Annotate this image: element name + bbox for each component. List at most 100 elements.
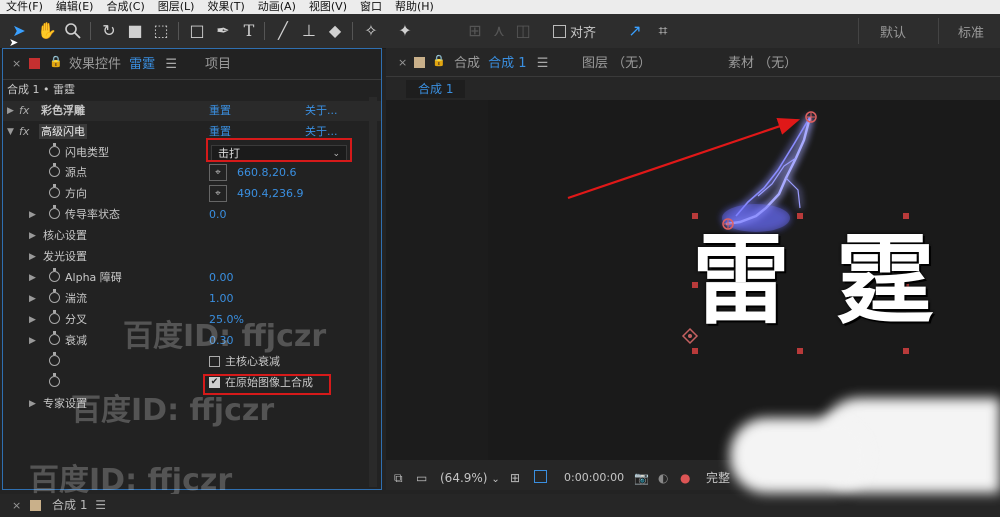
stopwatch-icon[interactable] bbox=[49, 373, 60, 387]
close-tab-icon[interactable]: × bbox=[12, 57, 21, 70]
brush-tool-icon[interactable]: ╱ bbox=[272, 20, 294, 42]
crosshair-icon[interactable]: ⌖ bbox=[209, 164, 227, 181]
stopwatch-icon[interactable] bbox=[49, 143, 60, 157]
effect-name: 彩色浮雕 bbox=[41, 104, 85, 117]
workspace-standard[interactable]: 标准 bbox=[958, 22, 984, 41]
stopwatch-icon[interactable] bbox=[49, 163, 60, 177]
param-origin: 源点 ⌖ 660.8,20.6 bbox=[3, 163, 381, 183]
stopwatch-icon[interactable] bbox=[49, 331, 60, 345]
collapse-triangle-icon[interactable]: ▼ bbox=[7, 122, 14, 142]
resolution-dropdown[interactable]: 完整 bbox=[706, 466, 730, 490]
monitor-icon[interactable]: ▭ bbox=[416, 466, 427, 490]
about-link[interactable]: 关于... bbox=[305, 101, 338, 121]
clone-stamp-tool-icon[interactable]: ⊥ bbox=[298, 20, 320, 42]
menu-edit[interactable]: 编辑(E) bbox=[50, 0, 101, 14]
watermark: 百度ID: ffjczr bbox=[71, 393, 275, 428]
expand-triangle-icon[interactable]: ▶ bbox=[29, 205, 36, 225]
group-core-settings[interactable]: ▶ 核心设置 bbox=[3, 226, 381, 246]
param-value[interactable]: 0.0 bbox=[209, 205, 227, 225]
stopwatch-icon[interactable] bbox=[49, 352, 60, 366]
stopwatch-icon[interactable] bbox=[49, 289, 60, 303]
align-checkbox[interactable] bbox=[553, 25, 566, 38]
panel-menu-icon[interactable]: ☰ bbox=[95, 498, 106, 512]
main-core-decay-checkbox[interactable] bbox=[209, 356, 220, 367]
expand-triangle-icon[interactable]: ▶ bbox=[29, 289, 36, 309]
panel-menu-icon[interactable]: ☰ bbox=[165, 57, 177, 72]
pen-tool-icon[interactable]: ✒ bbox=[212, 20, 234, 42]
zoom-tool-icon[interactable] bbox=[62, 20, 84, 42]
close-tab-icon[interactable]: × bbox=[12, 494, 21, 517]
menu-view[interactable]: 视图(V) bbox=[303, 0, 354, 14]
stopwatch-icon[interactable] bbox=[49, 184, 60, 198]
crosshair-icon[interactable]: ⌖ bbox=[209, 185, 227, 202]
tab-layer[interactable]: 图层 （无） bbox=[582, 54, 651, 74]
snapshot-icon[interactable]: 📷 bbox=[634, 466, 649, 490]
expand-triangle-icon[interactable]: ▶ bbox=[29, 310, 36, 330]
lock-icon[interactable]: 🔒 bbox=[432, 54, 446, 67]
hand-tool-icon[interactable]: ✋ bbox=[36, 20, 58, 42]
param-value[interactable]: 1.00 bbox=[209, 289, 234, 309]
snap-icon[interactable]: ↗ bbox=[624, 20, 646, 42]
expand-triangle-icon[interactable]: ▶ bbox=[29, 247, 36, 267]
stopwatch-icon[interactable] bbox=[49, 310, 60, 324]
axis-local-icon[interactable]: ⊞ bbox=[464, 20, 486, 42]
eraser-tool-icon[interactable]: ◆ bbox=[324, 20, 346, 42]
fx-icon[interactable]: fx bbox=[19, 122, 29, 142]
tab-composition-prefix: 合成 bbox=[454, 56, 481, 71]
comp-navigator-chip[interactable]: 合成 1 bbox=[406, 80, 466, 98]
tab-composition[interactable]: 合成 合成 1 ☰ bbox=[454, 54, 548, 74]
menu-file[interactable]: 文件(F) bbox=[0, 0, 50, 14]
channel-icon[interactable]: ● bbox=[680, 466, 690, 490]
breadcrumb: 合成 1 • 雷霆 bbox=[7, 83, 75, 96]
tab-project[interactable]: 项目 bbox=[205, 55, 231, 75]
param-main-core-decay: 主核心衰减 bbox=[3, 352, 381, 372]
roto-brush-tool-icon[interactable]: ✧ bbox=[360, 20, 382, 42]
expand-triangle-icon[interactable]: ▶ bbox=[29, 226, 36, 246]
menu-effect[interactable]: 效果(T) bbox=[201, 0, 251, 14]
tab-effect-controls[interactable]: 效果控件 雷霆 ☰ bbox=[69, 55, 177, 75]
timecode[interactable]: 0:00:00:00 bbox=[564, 466, 624, 490]
region-of-interest-icon[interactable] bbox=[534, 470, 547, 483]
axis-view-icon[interactable]: ◫ bbox=[512, 20, 534, 42]
menu-help[interactable]: 帮助(H) bbox=[389, 0, 441, 14]
rectangle-tool-icon[interactable]: □ bbox=[186, 20, 208, 42]
zoom-dropdown[interactable]: (64.9%) ⌄ bbox=[440, 466, 500, 492]
expand-triangle-icon[interactable]: ▶ bbox=[29, 394, 36, 414]
mask-feather-icon[interactable]: ⌗ bbox=[652, 20, 674, 42]
grid-icon[interactable]: ⊞ bbox=[510, 466, 520, 490]
menu-layer[interactable]: 图层(L) bbox=[152, 0, 202, 14]
lock-icon[interactable]: 🔒 bbox=[49, 55, 63, 68]
close-tab-icon[interactable]: × bbox=[398, 56, 407, 69]
reset-link[interactable]: 重置 bbox=[209, 101, 231, 121]
menu-animation[interactable]: 动画(A) bbox=[252, 0, 303, 14]
tab-footage[interactable]: 素材 （无） bbox=[728, 54, 797, 74]
param-value[interactable]: 0.00 bbox=[209, 268, 234, 288]
param-value[interactable]: 490.4,236.9 bbox=[237, 184, 303, 204]
workspace-default[interactable]: 默认 bbox=[880, 22, 906, 41]
expand-triangle-icon[interactable]: ▶ bbox=[29, 268, 36, 288]
puppet-pin-tool-icon[interactable]: ✦ bbox=[394, 20, 416, 42]
scrollbar[interactable] bbox=[369, 97, 377, 487]
text-tool-icon[interactable]: T bbox=[238, 20, 260, 42]
tab-timeline[interactable]: 合成 1 ☰ bbox=[52, 494, 106, 517]
expand-triangle-icon[interactable]: ▶ bbox=[29, 331, 36, 351]
camera-tool-icon[interactable]: ■ bbox=[124, 20, 146, 42]
param-label: 源点 bbox=[65, 166, 87, 179]
stopwatch-icon[interactable] bbox=[49, 268, 60, 282]
fx-icon[interactable]: fx bbox=[19, 101, 29, 121]
menu-window[interactable]: 窗口 bbox=[354, 0, 389, 14]
menu-composition[interactable]: 合成(C) bbox=[100, 0, 151, 14]
effect-row-color-emboss[interactable]: ▶ fx 彩色浮雕 重置 关于... bbox=[3, 101, 381, 121]
title-text-layer[interactable]: 雷 霆 bbox=[692, 206, 942, 356]
pan-behind-tool-icon[interactable]: ⬚ bbox=[150, 20, 172, 42]
panel-menu-icon[interactable]: ☰ bbox=[537, 56, 549, 71]
param-value[interactable]: 660.8,20.6 bbox=[237, 163, 296, 183]
show-snapshot-icon[interactable]: ◐ bbox=[658, 466, 668, 490]
expand-triangle-icon[interactable]: ▶ bbox=[7, 101, 14, 121]
always-preview-icon[interactable]: ⧉ bbox=[394, 466, 403, 490]
param-label: 传导率状态 bbox=[65, 208, 120, 221]
axis-world-icon[interactable]: ⋏ bbox=[488, 20, 510, 42]
rotate-tool-icon[interactable]: ↻ bbox=[98, 20, 120, 42]
stopwatch-icon[interactable] bbox=[49, 205, 60, 219]
group-glow-settings[interactable]: ▶ 发光设置 bbox=[3, 247, 381, 267]
